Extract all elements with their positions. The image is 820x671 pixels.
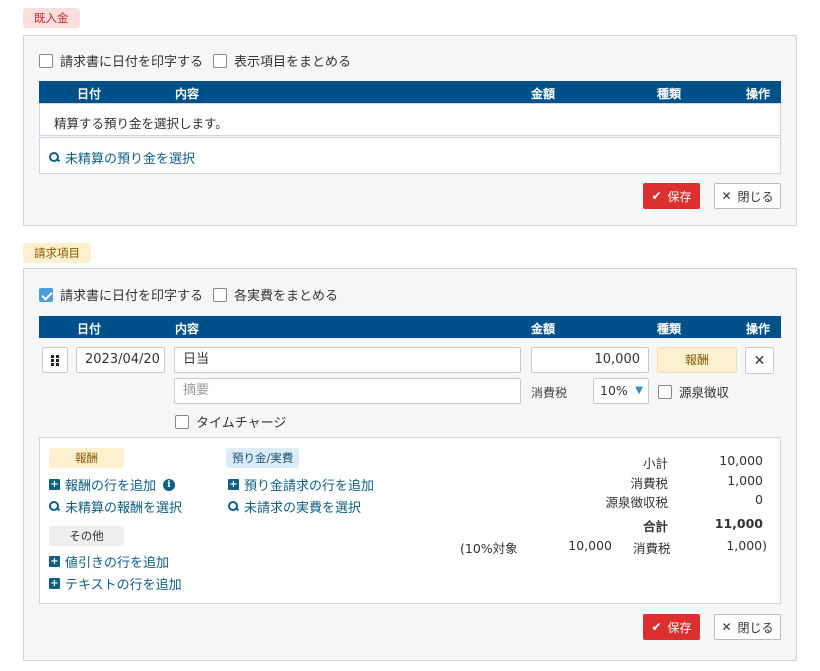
delete-row-button[interactable]: ✕	[745, 347, 774, 374]
col-content-2: 内容	[175, 322, 200, 336]
add-discount-row-link[interactable]: + 値引きの行を追加	[49, 552, 169, 571]
breakdown-base: 10,000	[568, 538, 612, 553]
timecharge-checkbox[interactable]	[175, 414, 189, 429]
total-label: 合計	[642, 519, 668, 534]
received-table-header: 日付 内容 金額 種類 操作	[39, 81, 781, 103]
breakdown-tax-value: 1,000)	[726, 538, 767, 553]
total-value: 11,000	[714, 516, 763, 531]
tax-sum-label: 消費税	[630, 476, 668, 491]
search-icon	[49, 501, 60, 512]
check-icon: ✔	[651, 189, 662, 203]
withholding-label: 源泉徴収	[679, 385, 730, 400]
close-icon: ✕	[721, 620, 732, 634]
search-icon	[228, 501, 239, 512]
add-discount-row-label: 値引きの行を追加	[65, 556, 170, 571]
add-fee-row-link[interactable]: + 報酬の行を追加 i	[49, 475, 176, 494]
col-type: 種類	[657, 87, 682, 101]
timecharge-option[interactable]: タイムチャージ	[175, 412, 286, 431]
print-date-checkbox[interactable]	[39, 53, 53, 68]
close-button-2[interactable]: ✕ 閉じる	[714, 614, 781, 640]
add-fee-row-label: 報酬の行を追加	[65, 479, 157, 494]
save-label: 保存	[667, 189, 692, 204]
plus-icon: +	[228, 479, 239, 490]
col-content: 内容	[175, 87, 200, 101]
select-unsettled-deposit-link[interactable]: 未精算の預り金を選択	[49, 148, 195, 167]
date-field[interactable]: 2023/04/20	[76, 347, 165, 373]
select-unbilled-expense-label: 未請求の実費を選択	[244, 501, 362, 516]
print-date-label: 請求書に日付を印字する	[60, 55, 204, 70]
subtotal-value: 10,000	[719, 453, 763, 468]
plus-icon: +	[49, 556, 60, 567]
save-label-2: 保存	[667, 620, 692, 635]
billing-options: 請求書に日付を印字する 各実費をまとめる	[39, 285, 348, 304]
select-unsettled-fee-label: 未精算の報酬を選択	[65, 501, 183, 516]
save-button-2[interactable]: ✔ 保存	[643, 614, 700, 640]
withholding-sum-label: 源泉徴収税	[605, 495, 668, 510]
plus-icon: +	[49, 479, 60, 490]
deposit-tag: 預り金/実費	[226, 448, 300, 468]
section-tag-billing: 請求項目	[23, 243, 91, 263]
col-action: 操作	[746, 87, 771, 101]
col-action-2: 操作	[746, 322, 771, 336]
plus-icon: +	[49, 578, 60, 589]
timecharge-label: タイムチャージ	[196, 416, 287, 431]
select-unsettled-fee-link[interactable]: 未精算の報酬を選択	[49, 497, 182, 516]
fee-tag: 報酬	[49, 448, 124, 468]
close-icon: ✕	[753, 352, 766, 369]
merge-expenses-checkbox[interactable]	[213, 287, 228, 302]
col-amount-2: 金額	[531, 322, 556, 336]
close-label: 閉じる	[737, 189, 774, 204]
add-text-row-link[interactable]: + テキストの行を追加	[49, 574, 182, 593]
close-icon: ✕	[721, 189, 732, 203]
close-button[interactable]: ✕ 閉じる	[714, 183, 781, 209]
add-text-row-label: テキストの行を追加	[65, 578, 182, 593]
print-date-label-2: 請求書に日付を印字する	[60, 289, 204, 304]
amount-field[interactable]: 10,000	[531, 347, 649, 373]
col-amount: 金額	[531, 87, 556, 101]
search-icon	[49, 152, 60, 163]
merge-items-option[interactable]: 表示項目をまとめる	[213, 51, 351, 70]
received-link-box: 未精算の預り金を選択	[39, 137, 781, 174]
drag-handle[interactable]	[42, 347, 68, 373]
col-date-2: 日付	[77, 322, 102, 336]
drag-handle-icon	[51, 355, 59, 366]
check-icon: ✔	[651, 620, 662, 634]
tax-rate-select[interactable]: 10% ▼	[593, 378, 649, 404]
close-label-2: 閉じる	[737, 620, 774, 635]
billing-table-header: 日付 内容 金額 種類 操作	[39, 316, 781, 338]
empty-message: 精算する預り金を選択します。	[54, 116, 228, 131]
breakdown-target: (10%対象	[460, 541, 518, 556]
other-tag: その他	[49, 526, 124, 546]
summary-field[interactable]: 摘要	[174, 378, 521, 404]
merge-items-label: 表示項目をまとめる	[234, 55, 352, 70]
print-date-option[interactable]: 請求書に日付を印字する	[39, 51, 203, 70]
print-date-option-2[interactable]: 請求書に日付を印字する	[39, 285, 203, 304]
withholding-option[interactable]: 源泉徴収	[658, 382, 729, 401]
withholding-sum-value: 0	[755, 492, 763, 507]
print-date-checkbox-2[interactable]	[39, 287, 53, 302]
merge-expenses-label: 各実費をまとめる	[234, 289, 339, 304]
merge-items-checkbox[interactable]	[213, 53, 228, 68]
received-options: 請求書に日付を印字する 表示項目をまとめる	[39, 51, 361, 70]
type-badge[interactable]: 報酬	[657, 347, 737, 373]
section-tag-received: 既入金	[23, 8, 80, 28]
add-deposit-row-label: 預り金請求の行を追加	[244, 479, 375, 494]
merge-expenses-option[interactable]: 各実費をまとめる	[213, 285, 338, 304]
save-button[interactable]: ✔ 保存	[643, 183, 700, 209]
col-type-2: 種類	[657, 322, 682, 336]
select-unsettled-deposit-label: 未精算の預り金を選択	[65, 152, 196, 167]
received-table-body: 精算する預り金を選択します。	[39, 103, 781, 136]
subtotal-label: 小計	[642, 456, 668, 471]
tax-sum-value: 1,000	[727, 473, 763, 488]
content-field[interactable]: 日当	[174, 347, 521, 373]
add-deposit-row-link[interactable]: + 預り金請求の行を追加	[228, 475, 374, 494]
info-icon[interactable]: i	[163, 478, 176, 491]
tax-rate-value: 10%	[600, 383, 628, 398]
breakdown-tax-label: 消費税	[633, 541, 671, 556]
select-unbilled-expense-link[interactable]: 未請求の実費を選択	[228, 497, 361, 516]
col-date: 日付	[77, 87, 102, 101]
tax-label: 消費税	[531, 386, 568, 400]
dropdown-arrow-icon: ▼	[635, 385, 643, 396]
withholding-checkbox[interactable]	[658, 384, 672, 399]
